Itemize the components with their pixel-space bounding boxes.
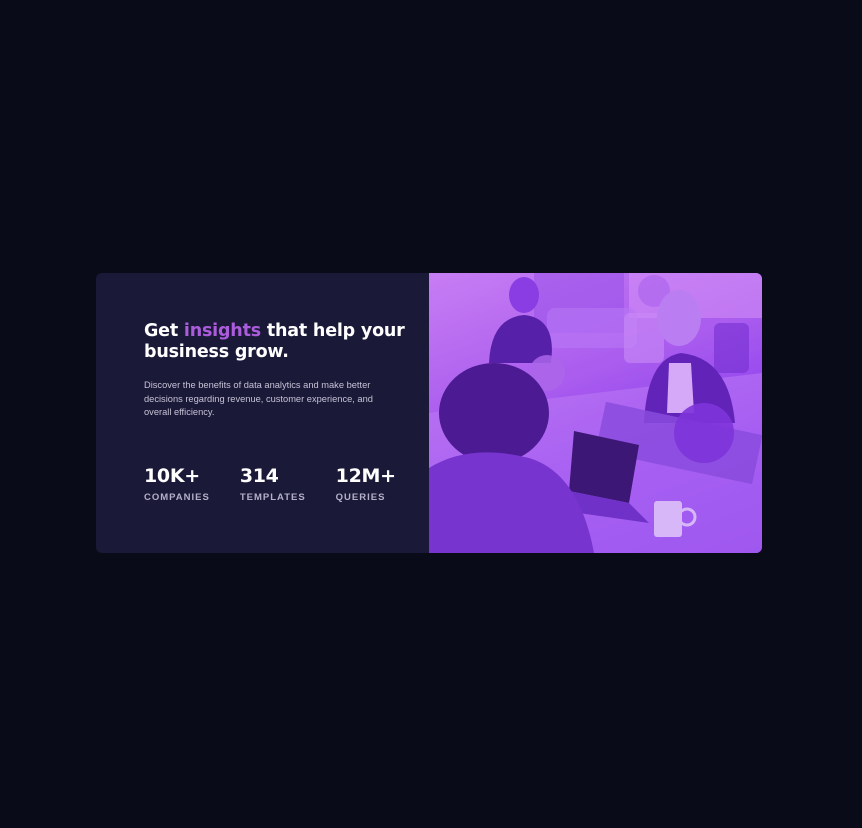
title-prefix: Get bbox=[144, 321, 184, 341]
stat-templates: 314 TEMPLATES bbox=[240, 465, 306, 503]
stat-label: TEMPLATES bbox=[239, 492, 306, 503]
stat-label: QUERIES bbox=[335, 492, 386, 503]
stats-preview-card: Get insights that help your business gro… bbox=[96, 273, 762, 553]
stat-value: 314 bbox=[239, 465, 279, 487]
stat-value: 10K+ bbox=[144, 465, 200, 487]
stat-companies: 10K+ COMPANIES bbox=[144, 465, 210, 503]
title-accent: insights bbox=[183, 321, 261, 341]
stat-value: 12M+ bbox=[335, 465, 396, 487]
office-team-photo bbox=[429, 273, 762, 553]
card-description: Discover the benefits of data analytics … bbox=[144, 380, 373, 417]
photo-illustration bbox=[429, 273, 762, 553]
photo-tint bbox=[429, 273, 762, 553]
stat-queries: 12M+ QUERIES bbox=[336, 465, 396, 503]
stats-row: 10K+ COMPANIES 314 TEMPLATES 12M+ QUERIE… bbox=[144, 465, 396, 503]
card-content: Get insights that help your business gro… bbox=[96, 273, 429, 553]
stat-label: COMPANIES bbox=[144, 492, 210, 503]
card-title: Get insights that help your business gro… bbox=[144, 321, 429, 363]
